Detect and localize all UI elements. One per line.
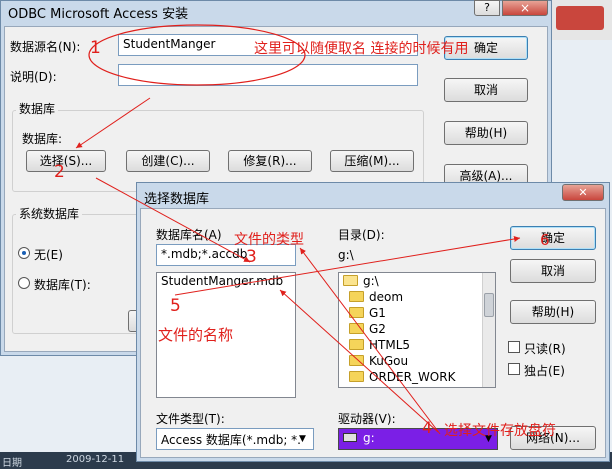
annotation-arrow-4a [279, 289, 439, 433]
annotation-number-3: 3 [246, 247, 257, 267]
annotation-arrow-2 [75, 97, 151, 149]
annotation-arrow-4b [299, 247, 441, 435]
annotation-note-4: 选择文件存放盘符 [444, 423, 556, 439]
annotation-note-1: 这里可以随便取名 连接的时候有用 [254, 41, 469, 57]
annotation-number-5: 5 [170, 296, 181, 316]
annotation-number-6: 6 [540, 231, 550, 249]
annotation-number-2: 2 [54, 162, 65, 182]
annotation-note-3: 文件的类型 [234, 232, 304, 248]
annotation-number-4: 4 [422, 418, 433, 437]
annotation-arrow-5 [174, 236, 521, 296]
annotation-arrow-3 [95, 177, 251, 263]
annotation-note-5: 文件的名称 [158, 326, 234, 344]
annotation-number-1: 1 [90, 38, 101, 58]
annotation-overlay [75, 24, 521, 435]
